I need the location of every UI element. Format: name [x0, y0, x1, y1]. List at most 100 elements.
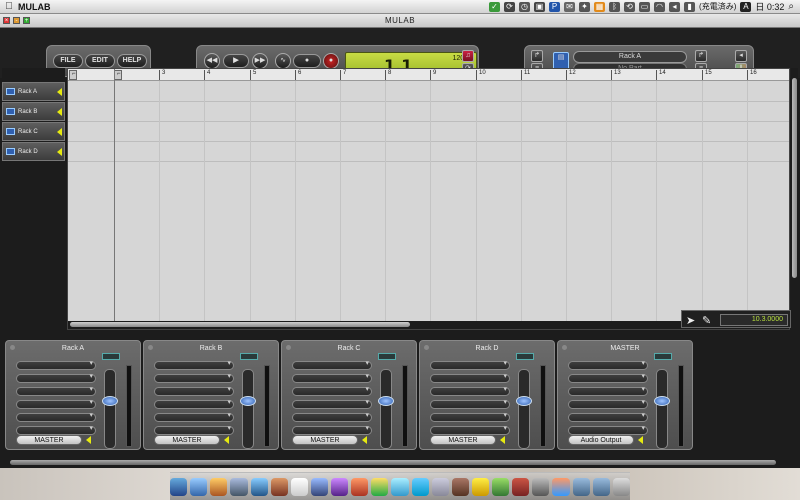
track-lane[interactable] [68, 142, 789, 162]
photo-icon[interactable] [210, 477, 228, 496]
mixer-scrollbar[interactable] [4, 459, 788, 466]
pointer-tool-icon[interactable]: ➤ [686, 314, 695, 327]
insert-slot[interactable] [430, 372, 510, 383]
mulab-icon[interactable] [512, 477, 530, 496]
part-up-icon[interactable]: ↱ [695, 50, 707, 62]
track-lane[interactable] [68, 81, 789, 102]
pencil-tool-icon[interactable]: ✎ [702, 314, 711, 327]
close-window-icon[interactable]: × [3, 17, 10, 24]
insert-slot[interactable] [292, 398, 372, 409]
fader-knob[interactable] [516, 396, 532, 406]
insert-slot[interactable] [568, 398, 648, 409]
insert-slot[interactable] [292, 372, 372, 383]
insert-slot[interactable] [568, 359, 648, 370]
rss-icon[interactable]: ▦ [594, 1, 606, 12]
mixer-scroll-thumb[interactable] [10, 460, 776, 465]
fast-forward-button[interactable]: ▶▶ [252, 53, 268, 69]
metronome-toggle-icon[interactable]: ♫ [462, 50, 474, 62]
insert-slot[interactable] [154, 411, 234, 422]
downloads-folder-icon[interactable] [592, 477, 610, 496]
fader-knob[interactable] [240, 396, 256, 406]
output-select[interactable]: Audio Output [568, 435, 634, 445]
maps-icon[interactable] [552, 477, 570, 496]
output-arrow-icon[interactable] [500, 436, 505, 444]
safari-icon[interactable] [391, 477, 409, 496]
evernote-app-icon[interactable] [492, 477, 510, 496]
network-icon[interactable] [431, 477, 449, 496]
insert-slot[interactable] [292, 385, 372, 396]
insert-slot[interactable] [292, 411, 372, 422]
insert-slot[interactable] [154, 424, 234, 435]
output-select[interactable]: MASTER [154, 435, 220, 445]
insert-slot[interactable] [154, 385, 234, 396]
timer-icon[interactable]: ◷ [519, 1, 531, 12]
utility-icon[interactable] [532, 477, 550, 496]
chrome-icon[interactable] [371, 477, 389, 496]
insert-slot[interactable] [16, 424, 96, 435]
track-rack-c[interactable]: Rack C [2, 122, 65, 141]
insert-slot[interactable] [292, 359, 372, 370]
minimize-window-icon[interactable]: - [13, 17, 20, 24]
record-button[interactable]: ● [323, 53, 339, 69]
playhead[interactable] [114, 69, 115, 329]
insert-slot[interactable] [16, 372, 96, 383]
fader-knob[interactable] [102, 396, 118, 406]
rewind-button[interactable]: ◀◀ [204, 53, 220, 69]
skype-status-icon[interactable]: P [549, 1, 561, 12]
track-lane[interactable] [68, 102, 789, 122]
track-select-arrow-icon[interactable] [57, 88, 62, 96]
sync-icon[interactable]: ⟳ [504, 1, 516, 12]
volume-fader[interactable] [240, 369, 256, 449]
insert-slot[interactable] [154, 372, 234, 383]
track-rack-d[interactable]: Rack D [2, 142, 65, 161]
app-store-icon[interactable] [250, 477, 268, 496]
game-icon[interactable] [451, 477, 469, 496]
insert-slot[interactable] [16, 411, 96, 422]
play-button[interactable]: ▶ [223, 54, 249, 68]
itunes-icon[interactable] [190, 477, 208, 496]
arrange-grid[interactable]: ⌐ ⌐ 3 4 5 6 7 8 9 10 11 12 13 14 15 16 [67, 68, 790, 330]
wifi-icon[interactable]: ◠ [654, 1, 666, 12]
volume-icon[interactable]: ◂ [669, 1, 681, 12]
mail-icon[interactable]: ✉ [564, 1, 576, 12]
app-menu[interactable]: MULAB [18, 2, 51, 12]
firefox-icon[interactable] [351, 477, 369, 496]
trash-icon[interactable] [612, 477, 630, 496]
output-arrow-icon[interactable] [224, 436, 229, 444]
volume-fader[interactable] [516, 369, 532, 449]
loop-end-marker-icon[interactable]: ⌐ [114, 70, 122, 80]
insert-slot[interactable] [16, 398, 96, 409]
battery-icon[interactable]: ▮ [684, 1, 696, 12]
stop-button[interactable]: ● [293, 54, 321, 68]
preview-icon[interactable] [310, 477, 329, 496]
edit-button[interactable]: EDIT [85, 54, 115, 68]
output-select[interactable]: MASTER [292, 435, 358, 445]
track-lane[interactable] [68, 122, 789, 142]
time-machine-icon[interactable]: ⟲ [624, 1, 636, 12]
output-select[interactable]: MASTER [16, 435, 82, 445]
output-arrow-icon[interactable] [362, 436, 367, 444]
track-rack-a[interactable]: Rack A [2, 82, 65, 101]
rack-name-field[interactable]: Rack A [573, 51, 687, 63]
track-select-arrow-icon[interactable] [57, 148, 62, 156]
timeline-ruler[interactable]: ⌐ ⌐ 3 4 5 6 7 8 9 10 11 12 13 14 15 16 [68, 69, 789, 81]
insert-slot[interactable] [154, 398, 234, 409]
volume-fader[interactable] [102, 369, 118, 449]
calendar-icon[interactable] [290, 477, 308, 496]
vertical-scroll-thumb[interactable] [792, 78, 797, 278]
metronome-icon[interactable]: ∿ [275, 53, 291, 69]
apple-menu-icon[interactable]:  [0, 1, 18, 12]
insert-slot[interactable] [568, 411, 648, 422]
skype-icon[interactable] [411, 477, 429, 496]
help-button[interactable]: HELP [117, 54, 147, 68]
bluetooth-icon[interactable]: ᛒ [609, 1, 621, 12]
output-select[interactable]: MASTER [430, 435, 496, 445]
fader-knob[interactable] [378, 396, 394, 406]
insert-slot[interactable] [568, 424, 648, 435]
file-button[interactable]: FILE [53, 54, 83, 68]
fader-knob[interactable] [654, 396, 670, 406]
spotlight-icon[interactable]: ⌕ [788, 1, 794, 12]
volume-fader[interactable] [654, 369, 670, 449]
insert-slot[interactable] [430, 385, 510, 396]
horizontal-scroll-thumb[interactable] [70, 322, 410, 327]
